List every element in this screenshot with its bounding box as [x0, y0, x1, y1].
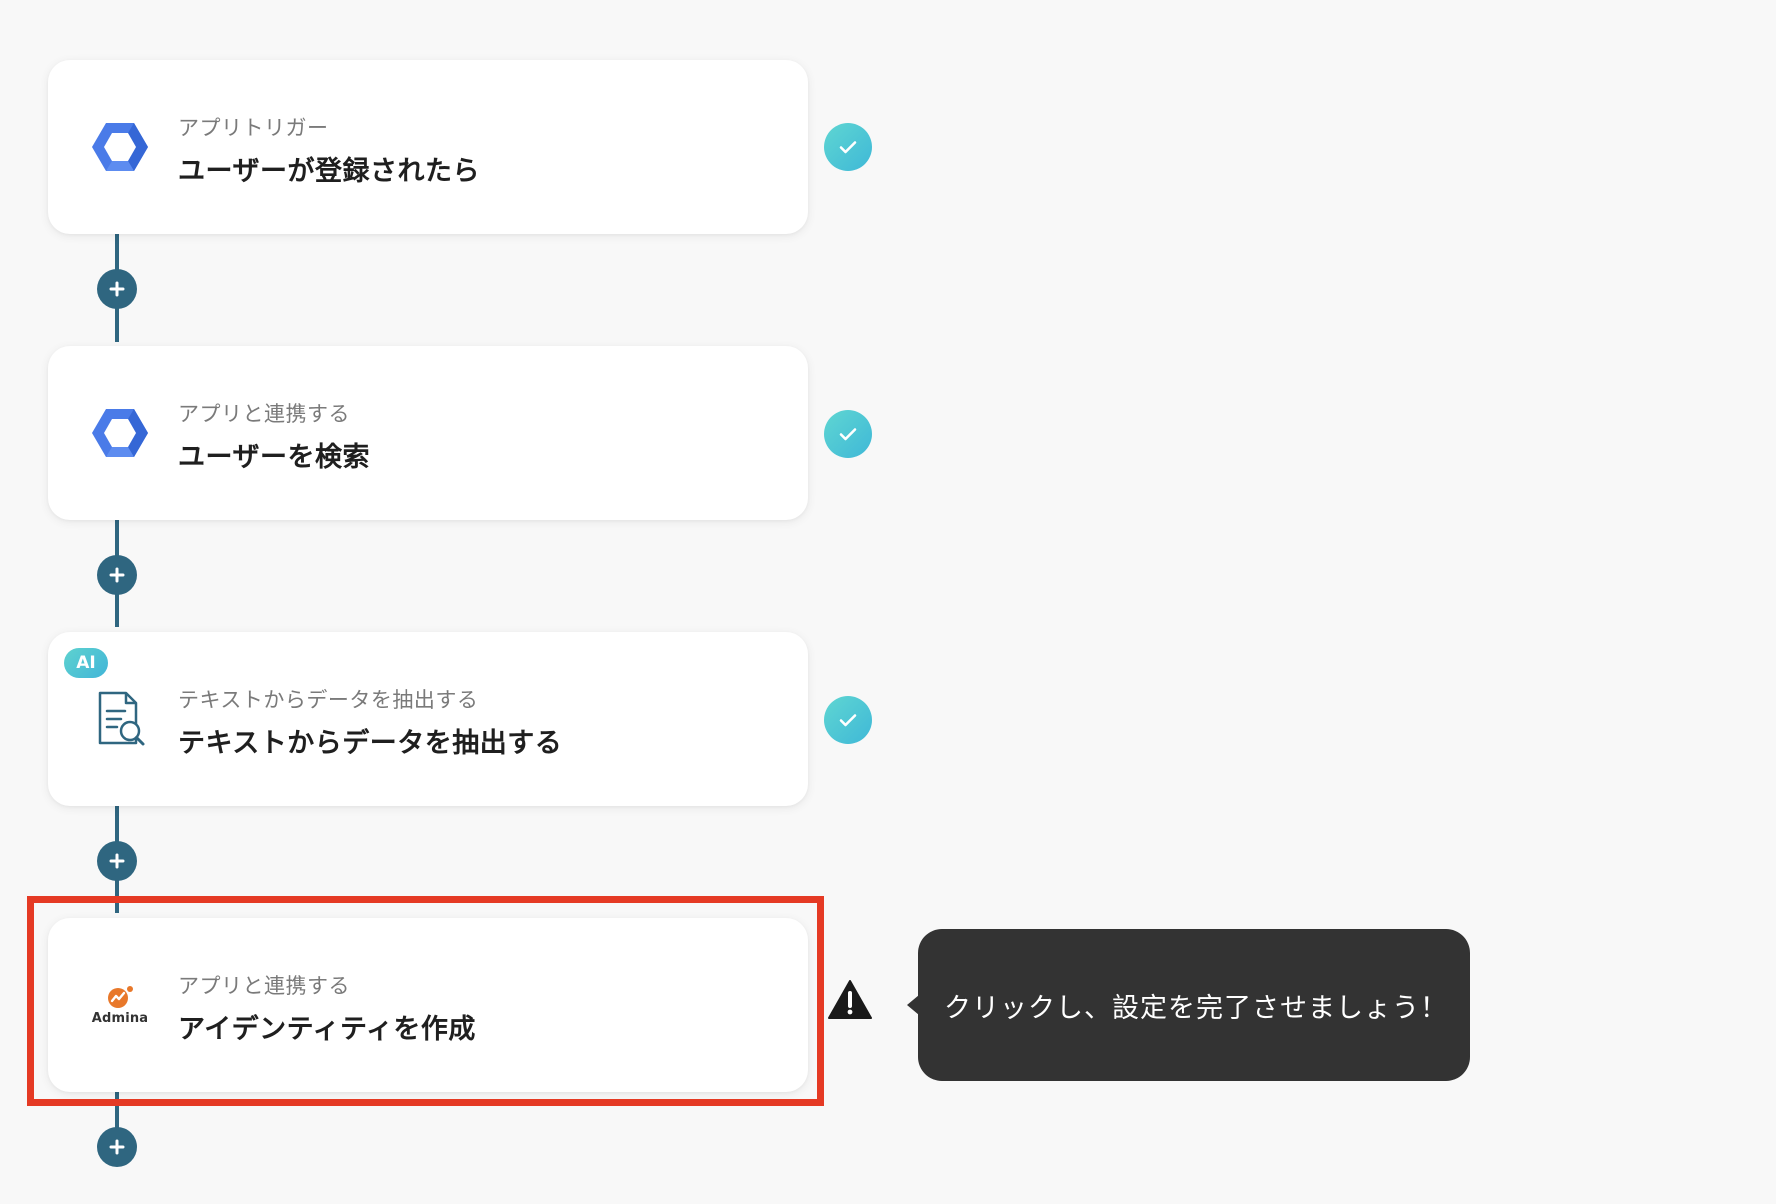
step-type-label: アプリトリガー	[178, 116, 329, 140]
check-icon	[824, 696, 872, 744]
add-step-button[interactable]	[97, 1127, 137, 1167]
add-step-button[interactable]	[97, 555, 137, 595]
ai-badge: AI	[64, 648, 108, 678]
add-step-button[interactable]	[97, 269, 137, 309]
tooltip-text: クリックし、設定を完了させましょう！	[944, 992, 1448, 1024]
step-card-search-user[interactable]: アプリと連携する ユーザーを検索	[48, 346, 808, 520]
step-card-extract-text[interactable]: AI テキストからデータを抽出する テキストからデータを抽出する	[48, 632, 808, 806]
check-icon	[824, 123, 872, 171]
google-workspace-icon	[88, 115, 152, 179]
step-type-label: テキストからデータを抽出する	[178, 688, 479, 712]
document-search-icon	[88, 687, 152, 751]
guide-tooltip: クリックし、設定を完了させましょう！	[907, 929, 1470, 1081]
google-workspace-icon	[88, 401, 152, 465]
step-title: ユーザーを検索	[178, 442, 370, 473]
step-title: アイデンティティを作成	[178, 1014, 476, 1045]
step-title: テキストからデータを抽出する	[178, 728, 563, 759]
check-icon	[824, 410, 872, 458]
step-card-create-identity[interactable]: Admina アプリと連携する アイデンティティを作成	[48, 918, 808, 1092]
plus-icon	[109, 281, 125, 297]
step-type-label: アプリと連携する	[178, 402, 350, 426]
step-type-label: アプリと連携する	[178, 974, 350, 998]
plus-icon	[109, 567, 125, 583]
add-step-button[interactable]	[97, 841, 137, 881]
step-card-trigger[interactable]: アプリトリガー ユーザーが登録されたら	[48, 60, 808, 234]
admina-logo: Admina	[88, 973, 152, 1037]
admina-logo-text: Admina	[91, 1010, 149, 1026]
admina-mark-icon	[107, 985, 133, 1008]
plus-icon	[109, 1139, 125, 1155]
plus-icon	[109, 853, 125, 869]
step-title: ユーザーが登録されたら	[178, 156, 480, 187]
warning-icon	[827, 979, 873, 1021]
